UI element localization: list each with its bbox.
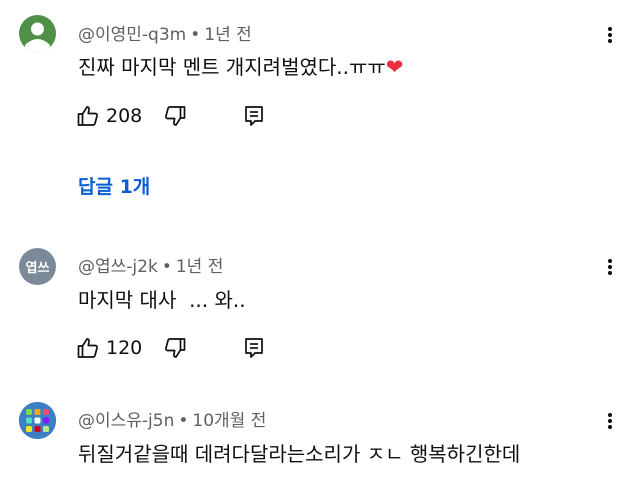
author-name[interactable]: @엽쓰-j2k: [78, 257, 158, 277]
author-name[interactable]: @이스유-j5n: [78, 411, 174, 431]
like-button[interactable]: 120: [76, 333, 142, 363]
dislike-button[interactable]: [163, 101, 187, 131]
more-options-button[interactable]: [606, 25, 614, 45]
like-button[interactable]: 208: [76, 101, 142, 131]
comment-body: 뒤질거같을때 데려다달라는소리가 ㅈㄴ 행복하긴한데: [78, 442, 521, 466]
reply-button[interactable]: [243, 333, 265, 363]
like-count: 120: [106, 337, 143, 359]
avatar[interactable]: [19, 402, 56, 439]
heart-emoji-icon: ❤: [385, 55, 404, 79]
comment-text: 마지막 대사 ... 와..: [78, 284, 246, 313]
comment-text: 뒤질거같을때 데려다달라는소리가 ㅈㄴ 행복하긴한데: [78, 438, 520, 467]
separator-dot: •: [161, 257, 172, 277]
comment-text: 진짜 마지막 멘트 개지려벌였다..ㅠㅠ❤: [78, 51, 403, 80]
comment-body: 마지막 대사 ... 와..: [78, 288, 246, 312]
app-grid-avatar-icon: [19, 402, 56, 439]
comment-meta: @이스유-j5n • 10개월 전: [78, 406, 266, 431]
comment-meta: @이영민-q3m • 1년 전: [78, 20, 252, 45]
thumbs-up-icon: [77, 338, 98, 358]
thumbs-down-icon: [165, 106, 186, 126]
separator-dot: •: [178, 411, 189, 431]
thumbs-up-icon: [77, 106, 98, 126]
more-options-button[interactable]: [606, 411, 614, 431]
comment-body: 진짜 마지막 멘트 개지려벌였다..ㅠㅠ: [78, 55, 386, 79]
author-name[interactable]: @이영민-q3m: [78, 25, 186, 45]
dislike-button[interactable]: [163, 333, 187, 363]
separator-dot: •: [190, 25, 201, 45]
more-options-button[interactable]: [606, 257, 614, 277]
comment-time[interactable]: 10개월 전: [192, 411, 266, 431]
default-person-avatar-icon: [25, 22, 50, 52]
reply-comment-icon: [245, 338, 263, 358]
comment-time[interactable]: 1년 전: [176, 257, 224, 277]
reply-button[interactable]: [243, 101, 265, 131]
like-count: 208: [106, 105, 143, 127]
replies-toggle-button[interactable]: 답글 1개: [78, 172, 150, 199]
avatar[interactable]: 엽쓰: [19, 248, 56, 285]
avatar[interactable]: [19, 15, 56, 52]
avatar-initials: 엽쓰: [25, 261, 50, 276]
comment-time[interactable]: 1년 전: [204, 25, 252, 45]
thumbs-down-icon: [165, 338, 186, 358]
comment-meta: @엽쓰-j2k • 1년 전: [78, 252, 223, 277]
reply-comment-icon: [245, 106, 263, 126]
